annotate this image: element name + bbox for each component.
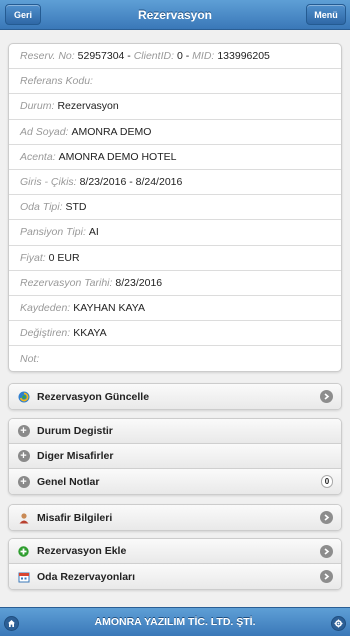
- durum-label: Durum:: [20, 100, 55, 113]
- person-icon: [17, 511, 30, 524]
- notes-count-badge: 0: [321, 475, 333, 488]
- guest-info-button[interactable]: Misafir Bilgileri: [9, 505, 341, 530]
- pansiyon-value: AI: [88, 226, 99, 239]
- kaydeden-label: Kaydeden:: [20, 301, 71, 314]
- durum-value: Rezervasyon: [57, 100, 119, 113]
- add-reservation-label: Rezervasyon Ekle: [37, 545, 127, 557]
- other-guests-button[interactable]: + Diger Misafirler: [9, 444, 341, 469]
- reserv-no-sep: -: [124, 50, 134, 63]
- referans-label: Referans Kodu:: [20, 75, 93, 88]
- gear-icon[interactable]: [331, 616, 346, 631]
- general-notes-label: Genel Notlar: [37, 475, 100, 488]
- other-guests-label: Diger Misafirler: [37, 450, 114, 462]
- info-row-not: Not:: [9, 346, 341, 371]
- rez-tarihi-value: 8/23/2016: [115, 276, 163, 289]
- fiyat-value: 0 EUR: [48, 251, 80, 264]
- info-row-ad-soyad: Ad Soyad: AMONRA DEMO: [9, 120, 341, 145]
- degistiren-label: Değiştiren:: [20, 327, 71, 340]
- client-id-label: ClientID:: [133, 50, 174, 63]
- oda-tipi-label: Oda Tipi:: [20, 201, 63, 214]
- info-row-fiyat: Fiyat: 0 EUR: [9, 246, 341, 271]
- giris-cikis-value: 8/23/2016 - 8/24/2016: [79, 176, 183, 189]
- actions-group: + Durum Degistir + Diger Misafirler + Ge…: [8, 418, 342, 495]
- room-reservations-label: Oda Rezervayonları: [37, 570, 136, 583]
- general-notes-button[interactable]: + Genel Notlar 0: [9, 469, 341, 494]
- back-button[interactable]: Geri: [5, 4, 41, 25]
- giris-cikis-label: Giris - Çikis:: [20, 176, 77, 189]
- rez-tarihi-label: Rezervasyon Tarihi:: [20, 276, 113, 289]
- degistiren-value: KKAYA: [73, 327, 107, 340]
- update-reservation-label: Rezervasyon Güncelle: [37, 390, 150, 403]
- info-row-degistiren: Değiştiren: KKAYA: [9, 321, 341, 347]
- kaydeden-value: KAYHAN KAYA: [73, 301, 145, 314]
- footer-company-name: AMONRA YAZILIM TİC. LTD. ŞTİ.: [94, 616, 256, 628]
- footer-bar: AMONRA YAZILIM TİC. LTD. ŞTİ.: [0, 607, 350, 636]
- client-id-sep: -: [182, 50, 193, 63]
- reserv-no-label: Reserv. No:: [20, 50, 75, 63]
- home-icon[interactable]: [4, 616, 19, 631]
- info-row-acenta: Acenta: AMONRA DEMO HOTEL: [9, 145, 341, 170]
- room-reservations-button[interactable]: Oda Rezervayonları: [9, 564, 341, 589]
- change-status-label: Durum Degistir: [37, 425, 113, 437]
- guest-info-label: Misafir Bilgileri: [37, 511, 113, 524]
- info-row-referans: Referans Kodu:: [9, 69, 341, 95]
- add-icon: [17, 545, 30, 558]
- info-row-kaydeden: Kaydeden: KAYHAN KAYA: [9, 296, 341, 322]
- not-label: Not:: [20, 352, 40, 365]
- ad-soyad-label: Ad Soyad:: [20, 125, 69, 138]
- mid-label: MID:: [192, 50, 215, 63]
- ad-soyad-value: AMONRA DEMO: [71, 125, 152, 138]
- chevron-right-icon: [320, 544, 333, 558]
- reservation-details: Reserv. No: 52957304 - ClientID: 0 - MID…: [8, 43, 342, 373]
- reserv-no-value: 52957304: [77, 50, 125, 63]
- calendar-icon: [17, 570, 30, 583]
- plus-circle-icon: +: [17, 450, 30, 463]
- info-row-reserv-no: Reserv. No: 52957304 - ClientID: 0 - MID…: [9, 44, 341, 70]
- reservation-links-group: Rezervasyon Ekle Oda Rezervayonları: [8, 538, 342, 590]
- info-row-pansiyon: Pansiyon Tipi: AI: [9, 220, 341, 246]
- mid-value: 133996205: [217, 50, 270, 63]
- chevron-right-icon: [320, 511, 333, 524]
- acenta-value: AMONRA DEMO HOTEL: [58, 150, 177, 163]
- plus-circle-icon: +: [17, 425, 30, 438]
- info-row-oda-tipi: Oda Tipi: STD: [9, 195, 341, 221]
- header-bar: Geri Rezervasyon Menü: [0, 0, 350, 30]
- fiyat-label: Fiyat:: [20, 251, 46, 264]
- info-row-durum: Durum: Rezervasyon: [9, 94, 341, 120]
- plus-circle-icon: +: [17, 475, 30, 488]
- chevron-right-icon: [320, 570, 333, 583]
- update-reservation-button[interactable]: Rezervasyon Güncelle: [9, 384, 341, 409]
- add-reservation-button[interactable]: Rezervasyon Ekle: [9, 539, 341, 564]
- info-row-rez-tarihi: Rezervasyon Tarihi: 8/23/2016: [9, 271, 341, 296]
- pansiyon-label: Pansiyon Tipi:: [20, 226, 86, 239]
- guest-info-group: Misafir Bilgileri: [8, 504, 342, 531]
- info-row-giris-cikis: Giris - Çikis: 8/23/2016 - 8/24/2016: [9, 170, 341, 196]
- refresh-icon: [17, 390, 30, 403]
- menu-button[interactable]: Menü: [306, 4, 346, 25]
- update-group: Rezervasyon Güncelle: [8, 383, 342, 410]
- page-title: Rezervasyon: [137, 7, 213, 22]
- oda-tipi-value: STD: [65, 201, 87, 214]
- acenta-label: Acenta:: [20, 150, 56, 163]
- chevron-right-icon: [320, 390, 333, 403]
- change-status-button[interactable]: + Durum Degistir: [9, 419, 341, 444]
